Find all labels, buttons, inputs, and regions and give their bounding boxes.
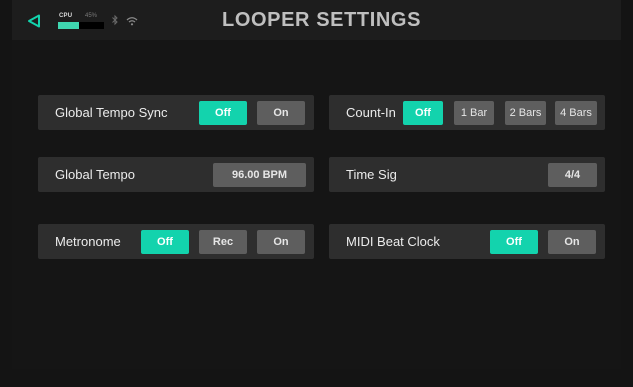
global-tempo-sync-row: Global Tempo Sync Off On [38, 95, 314, 130]
wifi-icon [126, 17, 138, 26]
global-tempo-sync-label: Global Tempo Sync [55, 105, 168, 120]
screen: CPU 45% LOOPER SETTINGS Global Tempo Syn… [12, 0, 621, 369]
metronome-off-button[interactable]: Off [141, 230, 189, 254]
metronome-rec-button[interactable]: Rec [199, 230, 247, 254]
count-in-2-bars-button[interactable]: 2 Bars [505, 101, 546, 125]
count-in-row: Count-In Off 1 Bar 2 Bars 4 Bars [329, 95, 605, 130]
metronome-on-button[interactable]: On [257, 230, 305, 254]
time-sig-row: Time Sig 4/4 [329, 157, 605, 192]
midi-beat-clock-on-button[interactable]: On [548, 230, 596, 254]
metronome-row: Metronome Off Rec On [38, 224, 314, 259]
count-in-off-button[interactable]: Off [403, 101, 443, 125]
midi-beat-clock-row: MIDI Beat Clock Off On [329, 224, 605, 259]
time-sig-value-button[interactable]: 4/4 [548, 163, 597, 187]
count-in-label: Count-In [346, 105, 396, 120]
cpu-percent: 45% [85, 13, 98, 19]
metronome-label: Metronome [55, 234, 121, 249]
global-tempo-value-button[interactable]: 96.00 BPM [213, 163, 306, 187]
count-in-1-bar-button[interactable]: 1 Bar [454, 101, 494, 125]
back-triangle-icon[interactable] [27, 14, 41, 28]
cpu-label: CPU [59, 13, 73, 19]
count-in-4-bars-button[interactable]: 4 Bars [555, 101, 597, 125]
cpu-meter-fill [58, 22, 79, 29]
top-bar: CPU 45% LOOPER SETTINGS [12, 0, 621, 40]
midi-beat-clock-off-button[interactable]: Off [490, 230, 538, 254]
global-tempo-label: Global Tempo [55, 167, 135, 182]
page-title: LOOPER SETTINGS [222, 9, 422, 31]
time-sig-label: Time Sig [346, 167, 397, 182]
global-tempo-row: Global Tempo 96.00 BPM [38, 157, 314, 192]
bluetooth-icon [112, 14, 118, 26]
cpu-meter [58, 22, 104, 29]
midi-beat-clock-label: MIDI Beat Clock [346, 234, 440, 249]
global-tempo-sync-on-button[interactable]: On [257, 101, 305, 125]
global-tempo-sync-off-button[interactable]: Off [199, 101, 247, 125]
